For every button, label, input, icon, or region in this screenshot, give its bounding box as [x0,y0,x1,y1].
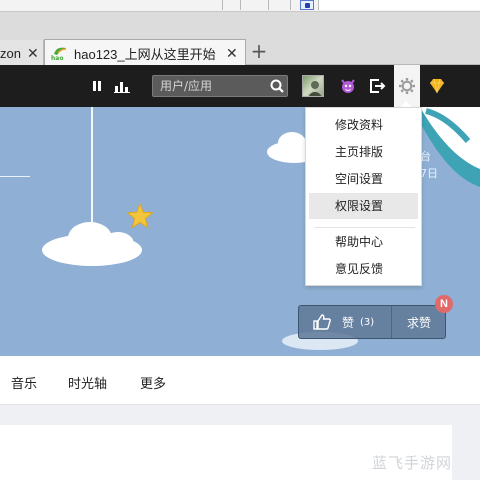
menu-divider [314,227,415,228]
menu-item-space-settings[interactable]: 空间设置 [309,166,418,192]
diamond-icon[interactable] [427,76,447,96]
search-icon[interactable] [269,78,285,94]
pause-icon[interactable] [87,78,107,94]
toolbar-separator [222,0,223,10]
like-label: 赞 [342,315,355,330]
gear-icon [399,78,415,94]
tab-label: hao123_上网从这里开始 [74,46,216,62]
menu-item-feedback[interactable]: 意见反馈 [309,256,418,282]
menu-item-edit-profile[interactable]: 修改资料 [309,112,418,138]
watermark: 蓝飞手游网 [372,454,453,472]
new-badge: N [435,295,453,313]
nav-item-music[interactable]: 音乐 [11,373,37,392]
svg-text:hao: hao [51,55,63,61]
new-tab-button[interactable]: + [249,41,269,62]
settings-dropdown: 修改资料 主页排版 空间设置 权限设置 帮助中心 意见反馈 [305,107,422,286]
tab-previous[interactable]: zon ✕ [0,40,44,66]
devil-icon[interactable] [338,76,358,96]
tab-label: zon [0,45,21,61]
tab-current[interactable]: hao hao123_上网从这里开始 ✕ [44,39,246,66]
browser-tab-bar: zon ✕ hao hao123_上网从这里开始 ✕ + [0,12,480,66]
logout-icon[interactable] [367,76,387,96]
address-bar[interactable] [318,0,480,10]
nav-item-timeline[interactable]: 时光轴 [68,373,107,392]
menu-item-help-center[interactable]: 帮助中心 [309,229,418,255]
hanging-string [91,107,93,225]
toolbar-separator [240,0,241,10]
close-icon[interactable]: ✕ [27,45,39,62]
praise-panel: 赞 (3) 求赞 [298,305,446,339]
stats-icon[interactable] [112,78,132,94]
like-count: (3) [360,316,375,328]
avatar[interactable] [302,75,324,97]
nav-item-more[interactable]: 更多 [140,373,166,392]
menu-item-permission-settings[interactable]: 权限设置 [309,193,418,219]
toolbar-separator [290,0,291,10]
menu-item-layout[interactable]: 主页排版 [309,139,418,165]
search-input[interactable] [153,76,263,96]
thumbs-up-icon [313,314,331,330]
browser-top-strip [0,0,480,12]
screen: zon ✕ hao hao123_上网从这里开始 ✕ + 用户/应用 台 7日 … [0,0,480,480]
star-icon [126,203,154,229]
profile-nav: 音乐 时光轴 更多 [0,356,480,405]
decorative-line [0,176,30,177]
search-box [152,75,288,97]
toolbar-separator [268,0,269,10]
account-icon[interactable] [300,0,314,10]
like-button[interactable]: 赞 (3) [299,306,391,338]
hao123-favicon-icon: hao [51,47,67,61]
cover-text: 7日 [420,167,438,180]
close-icon[interactable]: ✕ [226,45,238,62]
